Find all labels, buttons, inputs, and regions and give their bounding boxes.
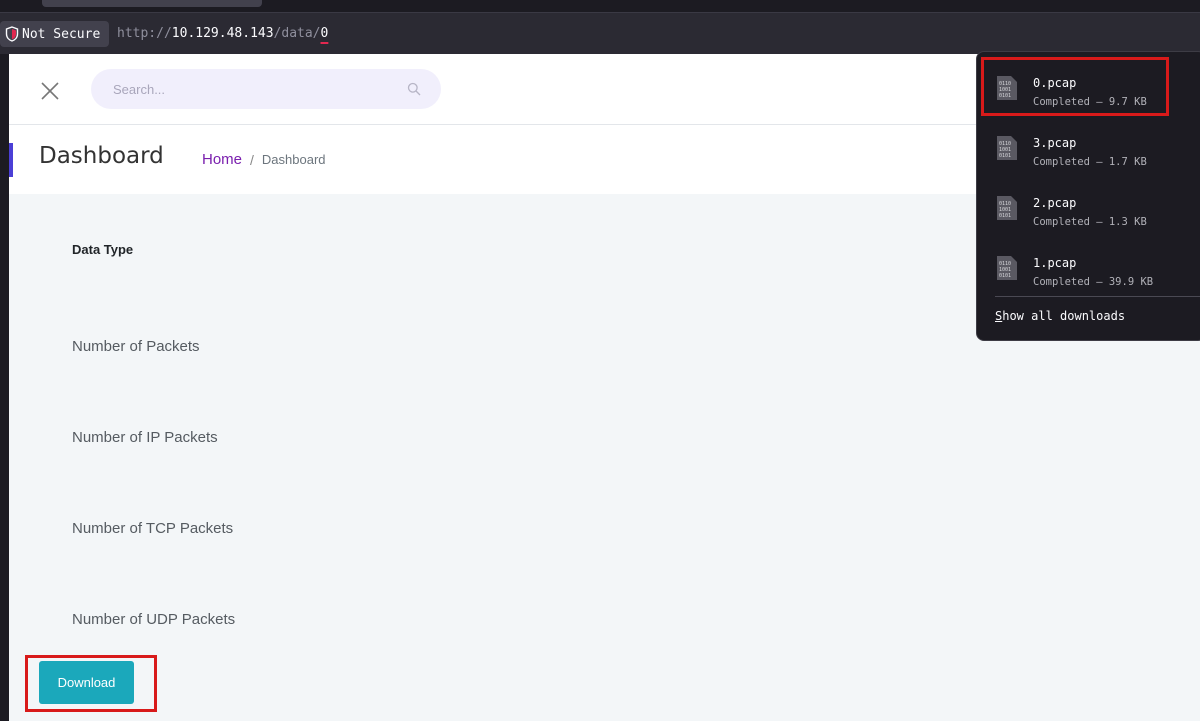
- svg-text:0101: 0101: [999, 93, 1011, 99]
- browser-tab[interactable]: [42, 0, 262, 7]
- download-status: Completed — 39.9 KB: [1033, 276, 1154, 288]
- download-filename: 3.pcap: [1033, 136, 1077, 150]
- download-status: Completed — 9.7 KB: [1033, 96, 1147, 108]
- show-all-label: how all downloads: [1002, 309, 1126, 323]
- svg-text:0101: 0101: [999, 213, 1011, 219]
- url-scheme: http://: [117, 26, 172, 41]
- svg-text:0101: 0101: [999, 153, 1011, 159]
- downloads-panel: 0110 1001 0101 0.pcap Completed — 9.7 KB…: [976, 51, 1200, 341]
- download-filename: 2.pcap: [1033, 196, 1077, 210]
- url-path: /data/: [273, 26, 321, 41]
- download-button[interactable]: Download: [39, 661, 134, 704]
- search-box: [91, 69, 441, 109]
- svg-text:0101: 0101: [999, 273, 1011, 279]
- security-indicator[interactable]: Not Secure: [0, 21, 109, 47]
- binary-file-icon: 0110 1001 0101: [997, 196, 1017, 220]
- shield-icon: [5, 26, 19, 42]
- header-accent-bar: [9, 143, 13, 177]
- row-label-udp-packets: Number of UDP Packets: [72, 611, 236, 628]
- search-input[interactable]: [111, 80, 401, 98]
- row-label-packets: Number of Packets: [72, 338, 200, 355]
- data-type-header: Data Type: [72, 242, 134, 257]
- breadcrumb-home-link[interactable]: Home: [202, 151, 242, 168]
- download-status: Completed — 1.3 KB: [1033, 216, 1147, 228]
- binary-file-icon: 0110 1001 0101: [997, 256, 1017, 280]
- close-icon[interactable]: [39, 80, 61, 102]
- binary-file-icon: 0110 1001 0101: [997, 76, 1017, 100]
- download-filename: 1.pcap: [1033, 256, 1077, 270]
- show-all-downloads-link[interactable]: Show all downloads: [995, 309, 1125, 323]
- downloads-divider: [995, 296, 1200, 297]
- breadcrumb: Home / Dashboard: [202, 151, 326, 168]
- security-label: Not Secure: [22, 26, 101, 42]
- binary-file-icon: 0110 1001 0101: [997, 136, 1017, 160]
- download-item[interactable]: 0110 1001 0101 3.pcap Completed — 1.7 KB: [977, 119, 1200, 177]
- search-icon[interactable]: [407, 82, 421, 96]
- download-filename: 0.pcap: [1033, 76, 1077, 90]
- download-item[interactable]: 0110 1001 0101 0.pcap Completed — 9.7 KB: [977, 59, 1200, 117]
- url-text[interactable]: http://10.129.48.143/data/0: [117, 26, 328, 41]
- tab-strip: [0, 0, 1200, 12]
- url-last-segment: 0: [320, 26, 329, 41]
- url-bar[interactable]: Not Secure http://10.129.48.143/data/0: [0, 12, 1200, 54]
- breadcrumb-separator: /: [250, 151, 254, 168]
- download-status: Completed — 1.7 KB: [1033, 156, 1147, 168]
- row-label-ip-packets: Number of IP Packets: [72, 429, 218, 446]
- page-title: Dashboard: [39, 143, 164, 169]
- url-host: 10.129.48.143: [171, 26, 274, 41]
- breadcrumb-current: Dashboard: [261, 152, 326, 167]
- download-item[interactable]: 0110 1001 0101 2.pcap Completed — 1.3 KB: [977, 179, 1200, 237]
- row-label-tcp-packets: Number of TCP Packets: [72, 520, 234, 537]
- download-item[interactable]: 0110 1001 0101 1.pcap Completed — 39.9 K…: [977, 239, 1200, 297]
